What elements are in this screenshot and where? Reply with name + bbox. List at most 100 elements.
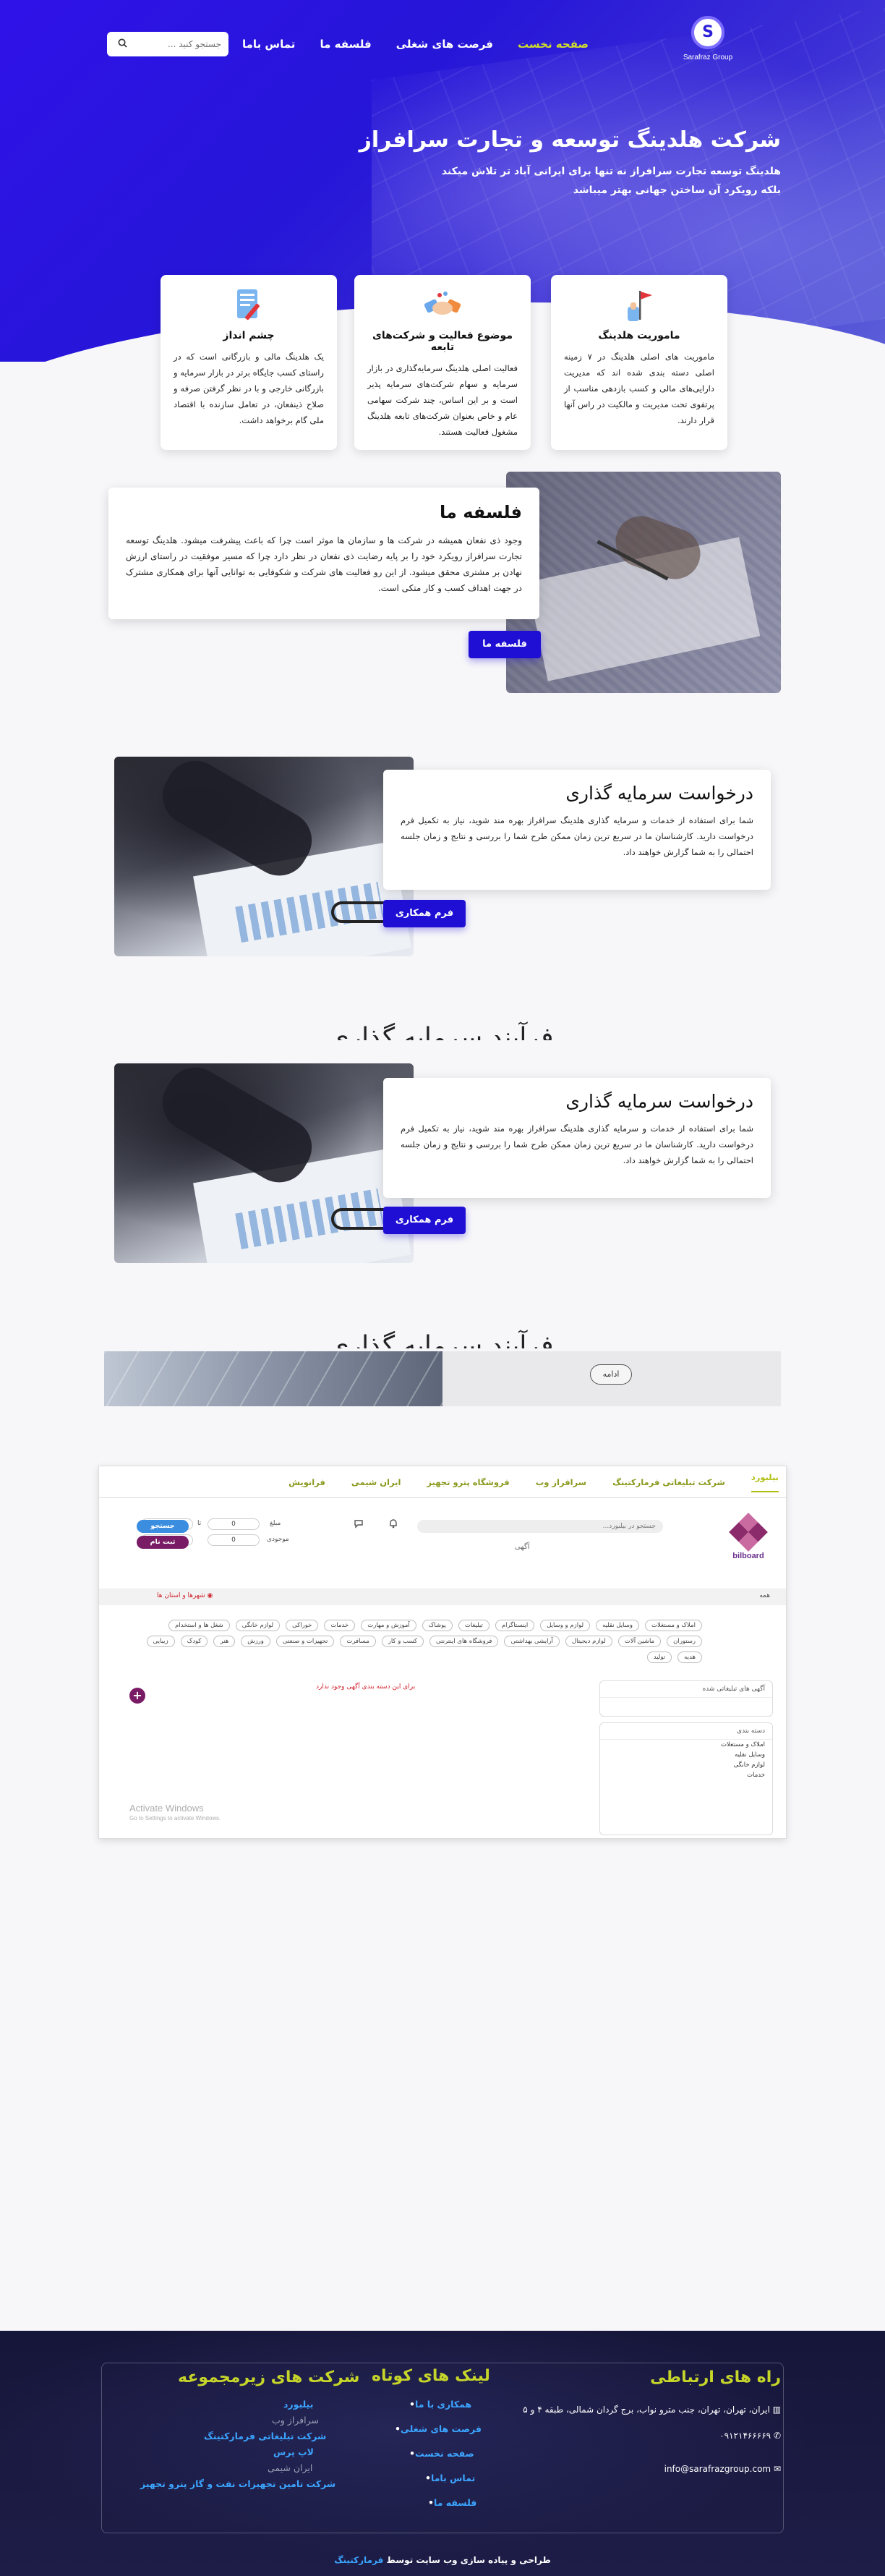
category-chip[interactable]: مسافرت (340, 1636, 376, 1647)
category-chip[interactable]: رستوران (667, 1636, 702, 1647)
mail-icon: ✉ (771, 2464, 781, 2474)
hero-subtitle: هلدینگ توسعه تجارت سرافراز نه تنها برای … (441, 166, 781, 196)
category-chip[interactable]: ورزش (241, 1636, 270, 1647)
nav-link-home[interactable]: صفحه نخست (518, 38, 589, 51)
site-logo[interactable]: S Sarafraz Group (675, 16, 740, 74)
category-chip[interactable]: آرایشی بهداشتی (504, 1636, 560, 1647)
price-from-field[interactable]: 0 (208, 1518, 260, 1530)
footer-sub-lap-press[interactable]: لاپ پرس (273, 2447, 314, 2457)
tab-iran-shimi[interactable]: ایران شیمی (351, 1477, 401, 1487)
billboard-logo: bilboard (727, 1513, 770, 1569)
category-chip[interactable]: وسایل نقلیه (596, 1620, 640, 1631)
contact-address: ▥ ایران، تهران، تهران، جنب مترو نواب، بر… (523, 2405, 781, 2415)
designer-link[interactable]: فرمارکتینگ (334, 2555, 383, 2565)
banner-image (104, 1351, 442, 1406)
footer-sub-billboard[interactable]: بیلبورد (283, 2399, 313, 2410)
category-item[interactable]: خدمات (600, 1770, 772, 1780)
showcase-register-button[interactable]: ثبت نام (137, 1536, 189, 1549)
category-chip[interactable]: زیبایی (146, 1636, 175, 1647)
search-icon[interactable] (118, 38, 127, 51)
category-chip[interactable]: لوازم دیجیتال (565, 1636, 612, 1647)
tab-faranevis[interactable]: فرانویش (288, 1477, 325, 1487)
cooperation-form-button[interactable]: فرم همکاری (383, 900, 466, 927)
stock-label: موجودی (267, 1536, 289, 1543)
feature-card-activity: موضوع فعالیت و شرکت‌های تابعه فعالیت اصل… (354, 275, 531, 450)
footer-sub-petro-tajhiz[interactable]: شرکت تامین تجهیزات نفت و گاز پترو تجهیز (140, 2478, 335, 2489)
feature-card-vision: چشم انداز یک هلدینگ مالی و بازرگانی است … (161, 275, 337, 450)
search-input[interactable] (127, 39, 221, 49)
philosophy-text: وجود ذی نفعان همیشه در شرکت ها و سازمان … (126, 535, 522, 593)
footer-sub-sarafraz-web[interactable]: سرافراز وب (272, 2415, 319, 2426)
showcase-ads-link[interactable]: آگهی (515, 1543, 529, 1551)
logo-icon: S (691, 16, 724, 49)
category-item[interactable]: وسایل نقلیه (600, 1750, 772, 1760)
subsidiary-showcase: بیلبورد شرکت تبلیغاتی فرمارکتینگ سرافراز… (98, 1466, 787, 1839)
footer-copyright: طراحی و پیاده سازی وب سایت توسط فرمارکتی… (334, 2555, 551, 2565)
handshake-icon (422, 285, 463, 326)
category-chip[interactable]: شغل ها و استخدام (168, 1620, 230, 1631)
nav-link-contact[interactable]: تماس باما (242, 38, 295, 51)
showcase-search-button[interactable]: جستجو (137, 1520, 189, 1533)
philosophy-button[interactable]: فلسفه ما (469, 631, 541, 658)
all-categories-link[interactable]: همه (759, 1592, 770, 1599)
quick-links-title: لینک های کوتاه (372, 2367, 490, 2385)
stock-from-field[interactable]: 0 (208, 1534, 260, 1546)
footer-link-cooperation[interactable]: همکاری با ما• (405, 2399, 471, 2410)
nav-link-philosophy[interactable]: فلسفه ما (320, 38, 371, 51)
philosophy-card: فلسفه ما وجود ذی نفعان همیشه در شرکت ها … (108, 488, 539, 619)
footer-link-philosophy[interactable]: فلسفه ما• (424, 2497, 476, 2508)
investment-text: شما برای استفاده از خدمات و سرمایه گذاری… (401, 815, 753, 857)
category-chip[interactable]: خدمات (324, 1620, 356, 1631)
contact-title: راه های ارتباطی (650, 2368, 781, 2386)
category-chip[interactable]: فروشگاه های اینترنتی (429, 1636, 499, 1647)
category-chip[interactable]: کودک (180, 1636, 208, 1647)
feature-title: موضوع فعالیت و شرکت‌های تابعه (372, 330, 513, 353)
category-chip[interactable]: پوشاک (422, 1620, 453, 1631)
tab-formarketing[interactable]: شرکت تبلیغاتی فرمارکتینگ (612, 1477, 725, 1487)
footer-sub-iran-shimi[interactable]: ایران شیمی (268, 2462, 312, 2473)
footer-link-contact[interactable]: تماس باما• (421, 2473, 475, 2483)
category-item[interactable]: املاک و مستغلات (600, 1740, 772, 1750)
investment-text: شما برای استفاده از خدمات و سرمایه گذاری… (401, 1123, 753, 1165)
category-chip[interactable]: تبلیغات (458, 1620, 489, 1631)
category-item[interactable]: لوازم خانگی (600, 1760, 772, 1770)
billboard-logo-icon (729, 1513, 768, 1552)
feature-text: فعالیت اصلی هلدینگ سرمایه‌گذاری در بازار… (367, 363, 518, 437)
footer-link-home[interactable]: صفحه نخست• (405, 2448, 474, 2459)
investment-image (114, 1063, 414, 1263)
category-chip[interactable]: لوازم خانگی (235, 1620, 281, 1631)
category-chip[interactable]: ماشین آلات (617, 1636, 662, 1647)
main-navbar: S Sarafraz Group صفحه نخست فرصت های شغلی… (101, 9, 784, 78)
price-to-label: تا (197, 1520, 202, 1527)
footer-link-jobs[interactable]: فرصت های شغلی• (390, 2423, 482, 2434)
investment-card: درخواست سرمایه گذاری شما برای استفاده از… (383, 770, 771, 890)
tab-billboard[interactable]: بیلبورد (751, 1472, 779, 1492)
category-chip[interactable]: هدیه (677, 1652, 702, 1663)
tab-petro-tajhiz[interactable]: فروشگاه پترو تجهیز (427, 1477, 509, 1487)
footer-sub-formarketing[interactable]: شرکت تبلیغاتی فرمارکتینگ (204, 2431, 326, 2441)
showcase-search-input[interactable]: جستجو در بیلبورد... (417, 1520, 663, 1533)
windows-activation-watermark: Activate Windows Go to Settings to activ… (129, 1803, 221, 1822)
feature-card-mission: ماموریت هلدینگ ماموریت های اصلی هلدینگ د… (551, 275, 727, 450)
category-chip[interactable]: تولید (646, 1652, 672, 1663)
category-chip[interactable]: تجهیزات و صنعتی (275, 1636, 335, 1647)
category-chip[interactable]: آموزش و مهارت (361, 1620, 416, 1631)
category-chip[interactable]: خوراکی (286, 1620, 319, 1631)
banner-continue-button[interactable]: ادامه (590, 1364, 632, 1385)
location-link[interactable]: ◉ شهرها و استان ها (157, 1592, 213, 1599)
category-chip[interactable]: املاک و مستغلات (645, 1620, 702, 1631)
category-chip[interactable]: لوازم و وسایل (540, 1620, 591, 1631)
bell-icon[interactable] (388, 1518, 398, 1531)
contact-email[interactable]: ✉ info@sarafrazgroup.com (664, 2464, 781, 2474)
subsidiaries-title: شرکت های زیرمجموعه (178, 2368, 360, 2386)
nav-link-jobs[interactable]: فرصت های شغلی (396, 38, 493, 51)
category-chip[interactable]: اینستاگرام (495, 1620, 535, 1631)
nav-links: صفحه نخست فرصت های شغلی فلسفه ما تماس با… (242, 38, 589, 51)
add-listing-button[interactable]: + (129, 1688, 145, 1704)
category-chip[interactable]: هنر (213, 1636, 236, 1647)
cooperation-form-button[interactable]: فرم همکاری (383, 1207, 466, 1234)
chat-icon[interactable] (354, 1518, 364, 1531)
contact-phone[interactable]: ✆ ۰۹۱۲۱۴۶۶۶۶۹ (719, 2431, 781, 2441)
category-chip[interactable]: کسب و کار (381, 1636, 424, 1647)
tab-sarafraz-web[interactable]: سرافراز وب (536, 1477, 586, 1487)
